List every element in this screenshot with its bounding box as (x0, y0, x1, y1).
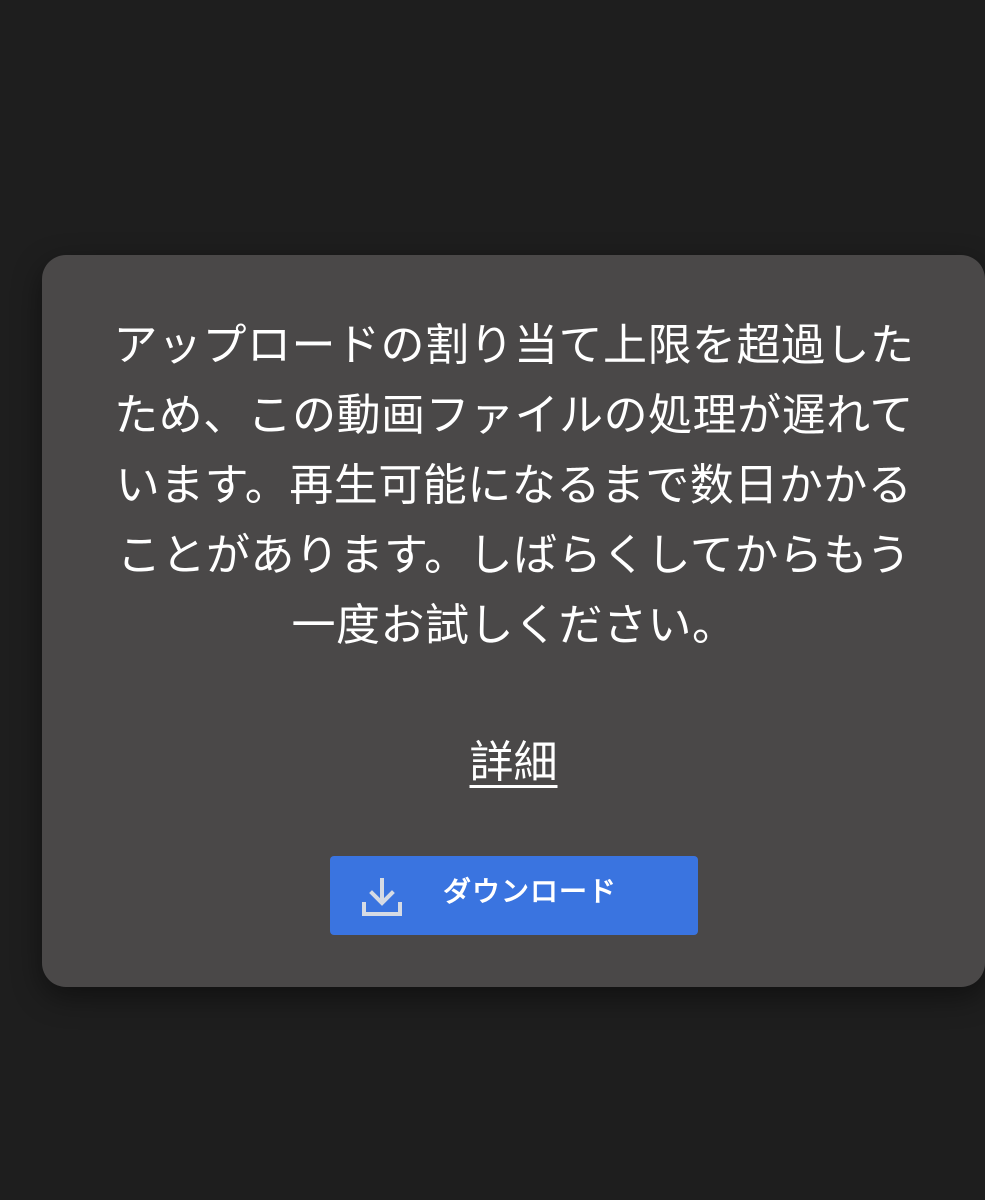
details-link[interactable]: 詳細 (42, 733, 985, 793)
download-button-label: ダウンロード (443, 875, 618, 908)
download-button[interactable]: ダウンロード (330, 856, 698, 935)
screen: アップロードの割り当て上限を超過したため、この動画ファイルの処理が遅れています。… (0, 0, 985, 1200)
quota-message: アップロードの割り当て上限を超過したため、この動画ファイルの処理が遅れています。… (113, 320, 915, 651)
upload-quota-dialog: アップロードの割り当て上限を超過したため、この動画ファイルの処理が遅れています。… (42, 255, 985, 987)
download-icon (362, 878, 402, 916)
